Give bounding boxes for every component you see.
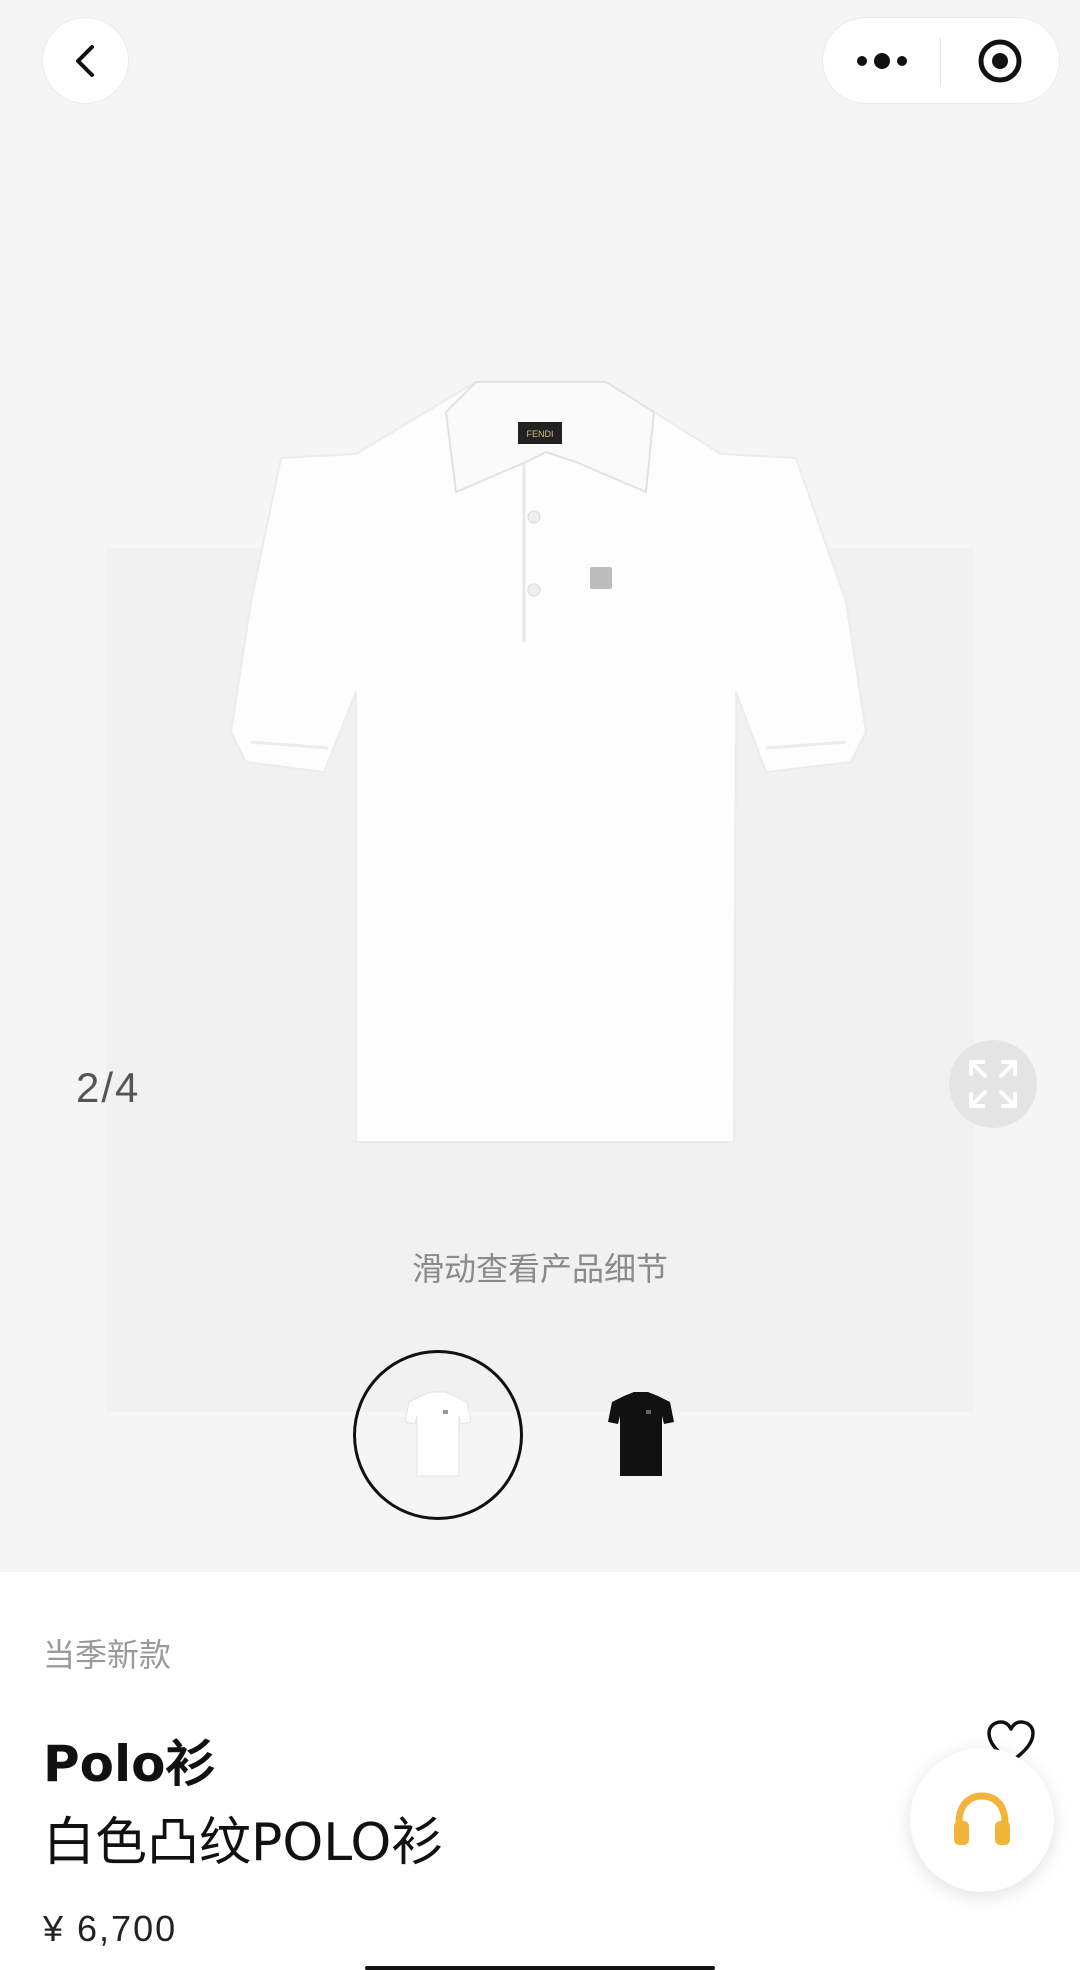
product-price: ¥ 6,700 (43, 1908, 178, 1949)
chevron-left-icon (75, 44, 94, 77)
season-tag: 当季新款 (43, 1636, 172, 1674)
more-button[interactable] (823, 18, 940, 103)
more-dots-icon (856, 52, 907, 69)
record-target-icon (978, 39, 1021, 82)
color-thumbnail-black[interactable] (556, 1350, 726, 1520)
customer-service-button[interactable] (910, 1748, 1054, 1892)
shirt-label: FENDI (527, 429, 554, 439)
black-polo-thumbnail (608, 1392, 674, 1476)
image-counter: 2/4 (76, 1064, 141, 1111)
color-thumbnail-white[interactable] (353, 1350, 523, 1520)
menu-capsule (823, 18, 1059, 103)
back-button[interactable] (43, 18, 128, 103)
product-detail-page: FENDI 2/4 滑动查看产品细节 当季新款 Polo衫 白色凸纹POLO衫 … (0, 0, 1080, 1970)
close-miniprogram-button[interactable] (941, 18, 1058, 103)
headphones-icon (954, 1792, 1010, 1845)
product-name: 白色凸纹POLO衫 (43, 1813, 444, 1873)
expand-arrows-icon (969, 1060, 1017, 1108)
white-polo-thumbnail (404, 1391, 472, 1477)
home-indicator (365, 1966, 715, 1970)
swipe-hint: 滑动查看产品细节 (411, 1250, 668, 1288)
image-gallery[interactable]: FENDI 2/4 滑动查看产品细节 (0, 0, 1080, 1572)
expand-button[interactable] (949, 1040, 1037, 1128)
product-category: Polo衫 (43, 1735, 216, 1793)
